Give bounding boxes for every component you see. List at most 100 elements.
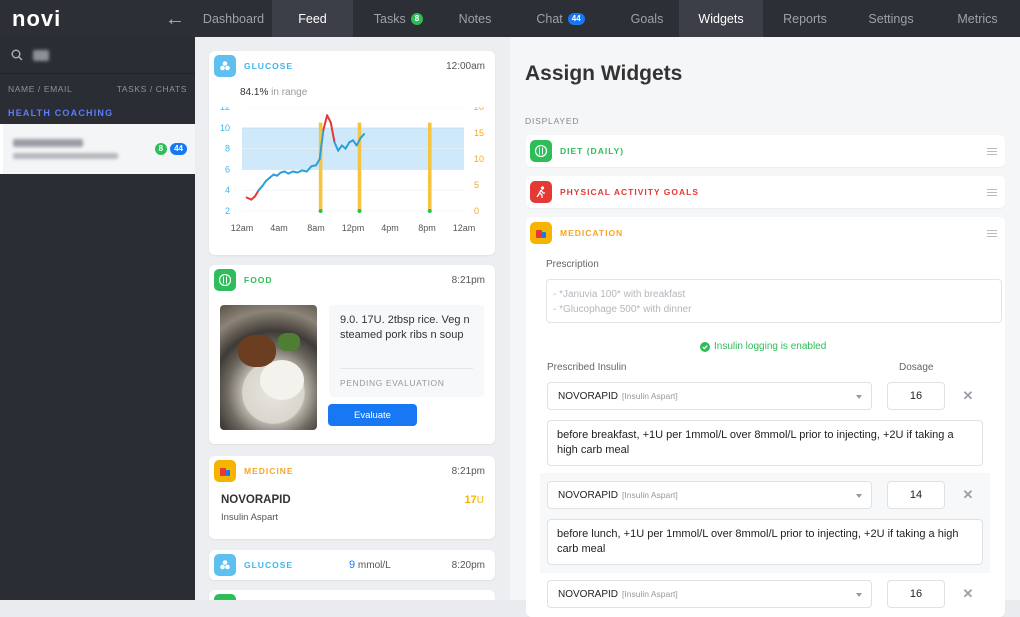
widget-diet[interactable]: DIET (DAILY) <box>526 135 1005 167</box>
tasks-count-badge: 8 <box>410 12 424 25</box>
nav-label: Chat <box>536 11 563 26</box>
prescription-textarea[interactable]: - *Januvia 100* with breakfast - *Glucop… <box>546 279 1002 323</box>
y-left-tick-label: 4 <box>225 185 230 195</box>
nav-label: Dashboard <box>202 11 265 26</box>
dosage-input[interactable]: 16 <box>887 382 945 410</box>
nav-widgets[interactable]: Widgets <box>679 0 763 37</box>
meal-photo[interactable] <box>220 305 317 430</box>
sort-name-email[interactable]: NAME / EMAIL <box>8 84 72 94</box>
prescribed-insulin-label: Prescribed Insulin <box>547 362 627 373</box>
glucose-card-2[interactable]: GLUCOSE 9 mmol/L 8:20pm <box>209 550 495 580</box>
nav-goals[interactable]: Goals <box>615 0 679 37</box>
nav-tasks[interactable]: Tasks 8 <box>353 0 444 37</box>
column-headers: NAME / EMAIL TASKS / CHATS <box>0 76 195 102</box>
member-sidebar: NAME / EMAIL TASKS / CHATS HEALTH COACHI… <box>0 37 195 600</box>
in-range-text: in range <box>271 87 308 98</box>
nav-label: Notes <box>458 11 492 26</box>
widget-medication-name: MEDICATION <box>560 228 624 238</box>
chevron-down-icon <box>856 395 862 399</box>
widget-activity[interactable]: PHYSICAL ACTIVITY GOALS <box>526 176 1005 208</box>
glucose-card-2-time: 8:20pm <box>451 559 485 571</box>
glucose-reading-value: 9 <box>349 559 356 571</box>
drag-handle-icon[interactable] <box>987 147 997 155</box>
nav-metrics[interactable]: Metrics <box>935 0 1020 37</box>
remove-insulin-icon[interactable]: ✕ <box>962 382 974 410</box>
remove-insulin-icon[interactable]: ✕ <box>962 481 974 509</box>
glucose-reading: 9 mmol/L <box>349 559 444 571</box>
insulin-select[interactable]: NOVORAPID [Insulin Aspart] <box>547 382 872 410</box>
food-card-header: FOOD 8:21pm <box>209 265 495 295</box>
insulin-type: [Insulin Aspart] <box>622 391 678 401</box>
insulin-instructions[interactable]: before breakfast, +1U per 1mmol/L over 8… <box>547 420 983 466</box>
insulin-bar <box>427 122 432 211</box>
chevron-down-icon <box>856 593 862 597</box>
evaluate-button[interactable]: Evaluate <box>328 404 417 426</box>
remove-insulin-icon[interactable]: ✕ <box>962 580 974 608</box>
drag-handle-icon[interactable] <box>987 229 997 237</box>
check-circle-icon <box>700 341 710 352</box>
prescription-placeholder-line: - *Glucophage 500* with dinner <box>553 304 692 315</box>
y-left-tick-label: 10 <box>220 123 230 133</box>
food-card-time: 8:21pm <box>451 274 485 286</box>
y-right-tick-label: 5 <box>474 180 479 190</box>
nav-feed[interactable]: Feed <box>272 0 353 37</box>
medicine-card-title: MEDICINE <box>244 466 294 476</box>
chevron-down-icon <box>856 494 862 498</box>
insulin-select[interactable]: NOVORAPID [Insulin Aspart] <box>547 481 872 509</box>
meal-photo-rice <box>260 360 304 400</box>
glucose-drop-icon <box>214 554 236 576</box>
medicine-card[interactable]: MEDICINE 8:21pm NOVORAPID Insulin Aspart… <box>209 456 495 539</box>
sort-tasks-chats[interactable]: TASKS / CHATS <box>117 84 187 94</box>
y-right-tick-label: 0 <box>474 206 479 216</box>
back-arrow-icon[interactable]: ← <box>165 9 185 29</box>
glucose-reading-unit: mmol/L <box>357 560 391 571</box>
food-card[interactable]: FOOD 8:21pm 9.0. 17U. 2tbsp rice. Veg n … <box>209 265 495 444</box>
insulin-instructions[interactable]: before lunch, +1U per 1mmol/L over 8mmol… <box>547 519 983 565</box>
insulin-dot <box>357 209 362 213</box>
medicine-dose-value: 17 <box>464 494 477 506</box>
nav-notes[interactable]: Notes <box>444 0 506 37</box>
member-chats-badge: 44 <box>170 143 187 155</box>
y-left-tick-label: 8 <box>225 144 230 154</box>
drag-handle-icon[interactable] <box>987 188 997 196</box>
member-name-redacted <box>13 139 83 147</box>
prescription-placeholder-line: - *Januvia 100* with breakfast <box>553 289 686 300</box>
feed-column: GLUCOSE 12:00am 84.1% in range 2 4 6 8 10 12 0… <box>195 37 510 600</box>
nav-label: Reports <box>783 11 827 26</box>
insulin-logging-status: Insulin logging is enabled <box>700 341 826 352</box>
glucose-card[interactable]: GLUCOSE 12:00am 84.1% in range 2 4 6 8 10 12 0… <box>209 51 495 255</box>
x-tick-label: 12pm <box>342 223 365 233</box>
glucose-chart: 2 4 6 8 10 12 0 5 10 15 20 12am 4am 8am 12pm 4pm 8pm 12am <box>220 107 484 233</box>
y-left-tick-label: 6 <box>225 164 230 174</box>
insulin-bar <box>357 122 362 211</box>
next-feed-card[interactable] <box>209 590 495 600</box>
running-icon <box>530 181 552 203</box>
nav-chat[interactable]: Chat 44 <box>506 0 615 37</box>
glucose-card-header: GLUCOSE 12:00am <box>209 51 495 81</box>
glucose-card-title: GLUCOSE <box>244 61 294 71</box>
displayed-label: DISPLAYED <box>525 116 580 126</box>
x-tick-label: 12am <box>453 223 476 233</box>
x-tick-label: 4pm <box>381 223 399 233</box>
medicine-card-header: MEDICINE 8:21pm <box>209 456 495 486</box>
insulin-type: [Insulin Aspart] <box>622 589 678 599</box>
insulin-name: NOVORAPID <box>558 588 619 600</box>
member-search[interactable] <box>0 37 195 74</box>
dosage-input[interactable]: 14 <box>887 481 945 509</box>
dosage-input[interactable]: 16 <box>887 580 945 608</box>
nav-reports[interactable]: Reports <box>763 0 847 37</box>
widget-medication[interactable]: MEDICATION Prescription - *Januvia 100* … <box>526 217 1005 617</box>
nav-settings[interactable]: Settings <box>847 0 935 37</box>
medicine-type: Insulin Aspart <box>221 512 279 523</box>
member-row[interactable]: 8 44 <box>0 124 195 174</box>
glucose-card-2-header: GLUCOSE 9 mmol/L 8:20pm <box>209 550 495 580</box>
insulin-select[interactable]: NOVORAPID [Insulin Aspart] <box>547 580 872 608</box>
widget-diet-header: DIET (DAILY) <box>526 135 1005 167</box>
glucose-drop-icon <box>214 55 236 77</box>
novi-logo[interactable]: novi <box>12 6 61 32</box>
nav-label: Widgets <box>698 11 744 26</box>
nav-dashboard[interactable]: Dashboard <box>195 0 272 37</box>
member-info-redacted <box>13 139 118 159</box>
medicine-pill-icon <box>214 460 236 482</box>
y-left-tick-label: 12 <box>220 107 230 112</box>
